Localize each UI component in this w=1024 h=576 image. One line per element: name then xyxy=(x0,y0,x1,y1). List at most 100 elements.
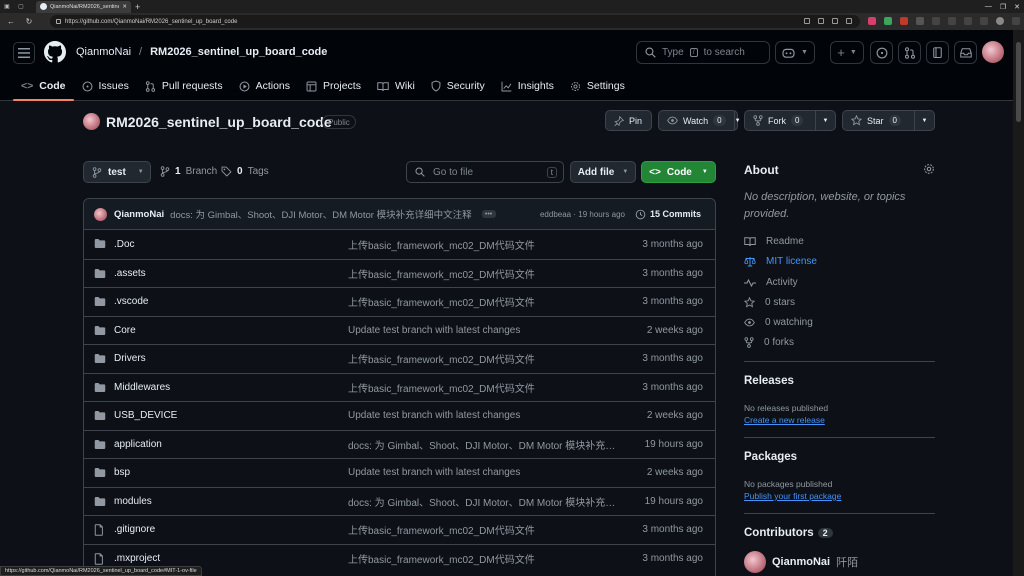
watch-dropdown[interactable]: ▼ xyxy=(733,111,741,130)
table-row[interactable]: bsp Update test branch with latest change… xyxy=(84,458,715,487)
collections-icon[interactable] xyxy=(980,17,988,25)
repo-link[interactable]: RM2026_sentinel_up_board_code xyxy=(150,46,327,58)
file-name[interactable]: Middlewares xyxy=(114,382,170,393)
github-logo-icon[interactable] xyxy=(44,41,66,63)
back-icon[interactable]: ← xyxy=(6,17,16,26)
repo-owner-avatar[interactable] xyxy=(83,113,100,130)
branches-link[interactable]: 1 Branch xyxy=(160,166,217,177)
activity-link[interactable]: Activity xyxy=(744,277,798,288)
commit-message[interactable]: docs: 为 Gimbal、Shoot、DJI Motor、DM Motor … xyxy=(170,207,471,221)
file-commit-message[interactable]: 上传basic_framework_mc02_DM代码文件 xyxy=(348,266,620,281)
tab-actions[interactable]: Actions xyxy=(231,73,298,99)
table-row[interactable]: .Doc 上传basic_framework_mc02_DM代码文件 3 month… xyxy=(84,230,715,259)
code-button[interactable]: <> Code ▼ xyxy=(641,161,716,183)
more-icon[interactable] xyxy=(1012,17,1020,25)
add-file-button[interactable]: Add file ▼ xyxy=(570,161,636,183)
menu-button[interactable] xyxy=(13,42,35,64)
releases-title[interactable]: Releases xyxy=(744,375,794,387)
contributors-header[interactable]: Contributors 2 xyxy=(744,527,833,539)
minimize-icon[interactable]: — xyxy=(985,3,992,10)
branch-selector[interactable]: test ▼ xyxy=(83,161,151,183)
file-commit-message[interactable]: docs: 为 Gimbal、Shoot、DJI Motor、DM Motor … xyxy=(348,494,620,509)
inbox-button[interactable] xyxy=(954,41,977,64)
extension-icon[interactable] xyxy=(868,17,876,25)
table-row[interactable]: application docs: 为 Gimbal、Shoot、DJI Moto… xyxy=(84,429,715,459)
file-name[interactable]: .Doc xyxy=(114,239,135,250)
pull-requests-nav-button[interactable] xyxy=(898,41,921,64)
table-row[interactable]: .assets 上传basic_framework_mc02_DM代码文件 3 mo… xyxy=(84,258,715,288)
file-commit-message[interactable]: 上传basic_framework_mc02_DM代码文件 xyxy=(348,237,620,252)
pin-button[interactable]: Pin xyxy=(605,110,652,131)
tab-wiki[interactable]: Wiki xyxy=(369,73,423,99)
file-commit-message[interactable]: 上传basic_framework_mc02_DM代码文件 xyxy=(348,522,620,537)
table-row[interactable]: modules docs: 为 Gimbal、Shoot、DJI Motor、DM… xyxy=(84,486,715,516)
close-tab-icon[interactable]: ✕ xyxy=(122,4,127,10)
stars-link[interactable]: 0 stars xyxy=(744,297,795,308)
zoom-icon[interactable] xyxy=(832,18,838,24)
file-commit-message[interactable]: Update test branch with latest changes xyxy=(348,325,620,336)
file-commit-message[interactable]: 上传basic_framework_mc02_DM代码文件 xyxy=(348,351,620,366)
profile-icon[interactable] xyxy=(996,17,1004,25)
user-avatar[interactable] xyxy=(982,41,1004,63)
extension-icon[interactable] xyxy=(884,17,892,25)
tab-issues[interactable]: Issues xyxy=(74,73,137,99)
scrollbar-thumb[interactable] xyxy=(1016,42,1021,122)
create-new-button[interactable]: + ▼ xyxy=(830,41,864,64)
commit-author[interactable]: QianmoNai xyxy=(114,209,164,220)
tab-actions-icon[interactable]: ▢ xyxy=(14,0,28,13)
bookmark-icon[interactable] xyxy=(846,18,852,24)
page-scrollbar[interactable] xyxy=(1013,30,1024,576)
watch-button[interactable]: Watch 0 ▼ xyxy=(658,110,741,131)
file-commit-message[interactable]: docs: 为 Gimbal、Shoot、DJI Motor、DM Motor … xyxy=(348,437,620,452)
file-commit-message[interactable]: 上传basic_framework_mc02_DM代码文件 xyxy=(348,551,620,566)
license-link[interactable]: MIT license xyxy=(744,256,817,267)
repositories-nav-button[interactable] xyxy=(926,41,949,64)
tab-code[interactable]: <> Code xyxy=(13,73,74,101)
tab-security[interactable]: Security xyxy=(423,73,493,99)
address-bar[interactable]: https://github.com/QianmoNai/RM2026_sent… xyxy=(50,15,860,28)
page-title[interactable]: RM2026_sentinel_up_board_code xyxy=(106,114,332,130)
browser-menu-icon[interactable]: ▣ xyxy=(0,0,14,13)
close-window-icon[interactable]: ✕ xyxy=(1014,3,1020,11)
table-row[interactable]: .vscode 上传basic_framework_mc02_DM代码文件 3 mo… xyxy=(84,287,715,316)
go-to-file-input[interactable]: Go to file t xyxy=(406,161,564,183)
search-input[interactable]: Type / to search xyxy=(636,41,770,64)
create-release-link[interactable]: Create a new release xyxy=(744,415,825,425)
file-name[interactable]: Drivers xyxy=(114,353,146,364)
file-name[interactable]: .mxproject xyxy=(114,553,160,564)
table-row[interactable]: Core Update test branch with latest chang… xyxy=(84,315,715,345)
extension-icon[interactable] xyxy=(900,17,908,25)
packages-title[interactable]: Packages xyxy=(744,451,797,463)
fork-button[interactable]: Fork 0 ▼ xyxy=(744,110,836,131)
commits-link[interactable]: 15 Commits xyxy=(635,209,701,220)
tags-link[interactable]: 0 Tags xyxy=(221,166,269,177)
file-name[interactable]: Core xyxy=(114,325,136,336)
edit-about-button[interactable] xyxy=(923,163,935,175)
file-name[interactable]: .vscode xyxy=(114,296,148,307)
favorites-icon[interactable] xyxy=(964,17,972,25)
owner-link[interactable]: QianmoNai xyxy=(76,46,131,58)
browser-tab-active[interactable]: QianmoNai/RM2026_sentinel_... ✕ xyxy=(36,0,131,13)
file-commit-message[interactable]: 上传basic_framework_mc02_DM代码文件 xyxy=(348,294,620,309)
table-row[interactable]: .gitignore 上传basic_framework_mc02_DM代码文件 3… xyxy=(84,515,715,544)
refresh-icon[interactable]: ↻ xyxy=(24,17,34,26)
extension-icon[interactable] xyxy=(948,17,956,25)
file-commit-message[interactable]: 上传basic_framework_mc02_DM代码文件 xyxy=(348,380,620,395)
new-tab-icon[interactable]: + xyxy=(135,2,140,12)
tab-insights[interactable]: Insights xyxy=(493,73,562,99)
table-row[interactable]: Drivers 上传basic_framework_mc02_DM代码文件 3 mo… xyxy=(84,344,715,373)
contributor-item[interactable]: QianmoNai 阡陌 xyxy=(744,551,858,573)
tab-settings[interactable]: Settings xyxy=(562,73,633,99)
file-name[interactable]: modules xyxy=(114,496,152,507)
publish-package-link[interactable]: Publish your first package xyxy=(744,491,841,501)
forks-link[interactable]: 0 forks xyxy=(744,337,794,348)
fork-dropdown[interactable]: ▼ xyxy=(815,111,835,130)
watchers-link[interactable]: 0 watching xyxy=(744,317,813,328)
readme-link[interactable]: Readme xyxy=(744,236,804,247)
file-name[interactable]: application xyxy=(114,439,162,450)
extension-icon[interactable] xyxy=(916,17,924,25)
file-name[interactable]: .gitignore xyxy=(114,524,155,535)
file-commit-message[interactable]: Update test branch with latest changes xyxy=(348,467,620,478)
issues-nav-button[interactable] xyxy=(870,41,893,64)
file-name[interactable]: .assets xyxy=(114,268,146,279)
